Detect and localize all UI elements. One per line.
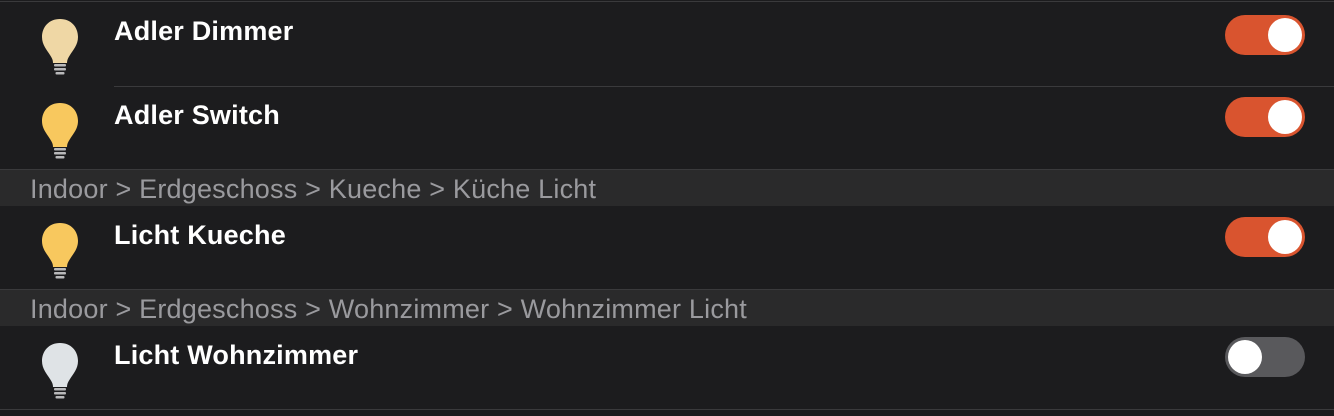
list-item-adler-dimmer[interactable]: Adler Dimmer	[0, 2, 1334, 86]
power-toggle[interactable]	[1225, 337, 1305, 377]
bottom-divider	[0, 409, 1334, 410]
lightbulb-icon	[42, 223, 78, 279]
power-toggle[interactable]	[1225, 217, 1305, 257]
section-header: Indoor > Erdgeschoss > Wohnzimmer > Wohn…	[0, 289, 1334, 326]
power-toggle[interactable]	[1225, 15, 1305, 55]
power-toggle[interactable]	[1225, 97, 1305, 137]
section-path: Indoor > Erdgeschoss > Wohnzimmer > Wohn…	[30, 294, 747, 324]
item-name: Licht Wohnzimmer	[114, 340, 359, 370]
list-item-licht-kueche[interactable]: Licht Kueche	[0, 206, 1334, 289]
toggle-knob	[1268, 18, 1302, 52]
section-header: Indoor > Erdgeschoss > Kueche > Küche Li…	[0, 169, 1334, 206]
lightbulb-icon	[42, 343, 78, 399]
toggle-knob	[1228, 340, 1262, 374]
item-name: Adler Dimmer	[114, 16, 294, 46]
lightbulb-icon	[42, 103, 78, 159]
item-name: Licht Kueche	[114, 220, 286, 250]
lightbulb-icon	[42, 19, 78, 75]
list-item-adler-switch[interactable]: Adler Switch	[0, 87, 1334, 169]
toggle-knob	[1268, 220, 1302, 254]
toggle-knob	[1268, 100, 1302, 134]
section-path: Indoor > Erdgeschoss > Kueche > Küche Li…	[30, 174, 597, 204]
item-name: Adler Switch	[114, 100, 280, 130]
list-item-licht-wohnzimmer[interactable]: Licht Wohnzimmer	[0, 326, 1334, 409]
device-list: Adler Dimmer Adler Switch Indoor > Erdge…	[0, 0, 1334, 416]
